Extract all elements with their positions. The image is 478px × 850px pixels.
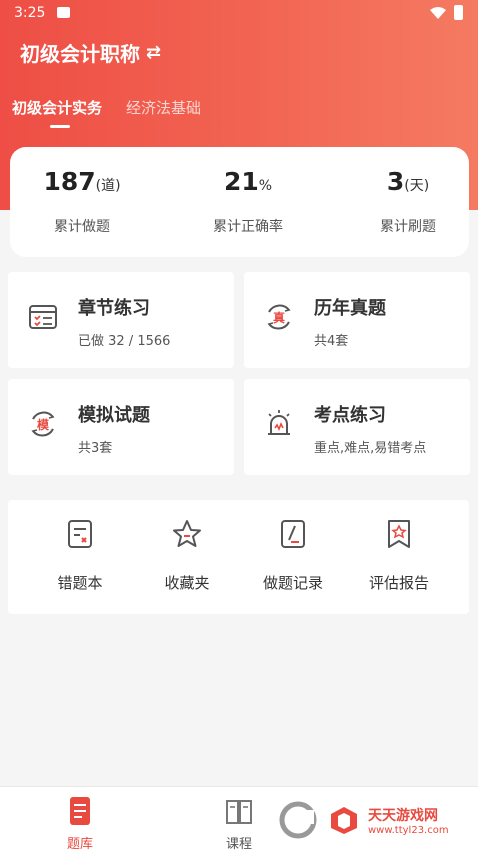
stat-unit: (道) (95, 178, 121, 194)
tab-label: 经济法基础 (126, 99, 202, 117)
tile-past-exams[interactable]: 真 历年真题 共4套 (244, 272, 470, 368)
status-bar: 3:25 (0, 0, 478, 28)
tool-label: 错题本 (57, 574, 103, 592)
stats-card: 187(道) 累计做题 21% 累计正确率 3(天) 累计刷题 (10, 147, 469, 257)
tile-mock-exams[interactable]: 模 模拟试题 共3套 (8, 379, 234, 475)
tile-subtitle: 共3套 (78, 441, 113, 456)
switch-icon: ⇄ (146, 42, 162, 63)
stat-days: 3(天) 累计刷题 (358, 167, 458, 236)
tool-error-book[interactable]: 错题本 (30, 518, 130, 593)
battery-icon (454, 5, 463, 20)
stat-value: 21 (223, 167, 259, 196)
watermark: 天天游戏网 www.ttyl23.com (278, 800, 449, 840)
tab-economic-law[interactable]: 经济法基础 (126, 97, 201, 118)
zhen-icon: 真 (267, 304, 291, 330)
record-icon (281, 520, 305, 548)
stat-label: 累计正确率 (213, 219, 283, 235)
tile-subtitle: 重点,难点,易错考点 (314, 441, 427, 456)
svg-text:模: 模 (37, 417, 50, 432)
stat-label: 累计刷题 (380, 219, 436, 235)
tile-title: 历年真题 (314, 298, 386, 319)
stat-total-questions: 187(道) 累计做题 (32, 167, 132, 236)
error-book-icon (68, 520, 92, 548)
svg-text:真: 真 (273, 310, 285, 325)
site-logo-icon (331, 807, 357, 834)
wifi-icon (430, 7, 446, 19)
tool-report[interactable]: 评估报告 (349, 518, 449, 593)
tile-title: 章节练习 (78, 298, 150, 319)
nav-question-bank[interactable]: 题库 (50, 795, 110, 850)
watermark-name: 天天游戏网 (368, 807, 438, 824)
nav-label: 题库 (66, 837, 93, 850)
tile-title: 考点练习 (314, 405, 386, 426)
watermark-text: 天天游戏网 www.ttyl23.com (368, 805, 449, 836)
subject-tabs: 初级会计实务 经济法基础 (12, 97, 225, 128)
mo-icon: 模 (31, 411, 55, 437)
browser-logo-icon (279, 801, 317, 839)
tab-accounting-practice[interactable]: 初级会计实务 (12, 97, 103, 128)
tile-subtitle: 已做 32 / 1566 (78, 334, 171, 349)
tool-label: 收藏夹 (164, 574, 210, 592)
tile-title: 模拟试题 (78, 405, 150, 426)
tool-records[interactable]: 做题记录 (243, 518, 343, 593)
tool-favorites[interactable]: 收藏夹 (137, 518, 237, 593)
stat-value: 3 (386, 167, 405, 196)
tool-label: 评估报告 (368, 574, 429, 592)
tools-panel: 错题本 收藏夹 做题记录 评估报告 (8, 500, 469, 614)
image-notification-icon (57, 7, 70, 18)
tab-label: 初级会计实务 (12, 99, 103, 117)
stat-label: 累计做题 (54, 219, 110, 235)
report-icon (388, 520, 410, 548)
stat-accuracy: 21% 累计正确率 (198, 167, 298, 236)
nav-course[interactable]: 课程 (209, 795, 269, 850)
tile-key-points[interactable]: 考点练习 重点,难点,易错考点 (244, 379, 470, 475)
status-time: 3:25 (14, 5, 46, 21)
tool-label: 做题记录 (262, 574, 323, 592)
question-bank-icon (70, 797, 90, 825)
course-book-icon (226, 800, 252, 824)
tile-chapter-practice[interactable]: 章节练习 已做 32 / 1566 (8, 272, 234, 368)
star-icon (173, 520, 201, 547)
tab-active-indicator (50, 125, 70, 128)
chapter-list-icon (29, 305, 57, 329)
exam-switcher[interactable]: 初级会计职称 ⇄ (20, 38, 161, 67)
stat-value: 187 (43, 167, 96, 196)
stat-unit: % (258, 178, 273, 194)
stat-unit: (天) (404, 178, 430, 194)
alarm-icon (268, 410, 290, 435)
nav-label: 课程 (225, 837, 252, 850)
exam-title: 初级会计职称 (20, 42, 140, 66)
watermark-url: www.ttyl23.com (368, 824, 449, 836)
tile-subtitle: 共4套 (314, 334, 349, 349)
